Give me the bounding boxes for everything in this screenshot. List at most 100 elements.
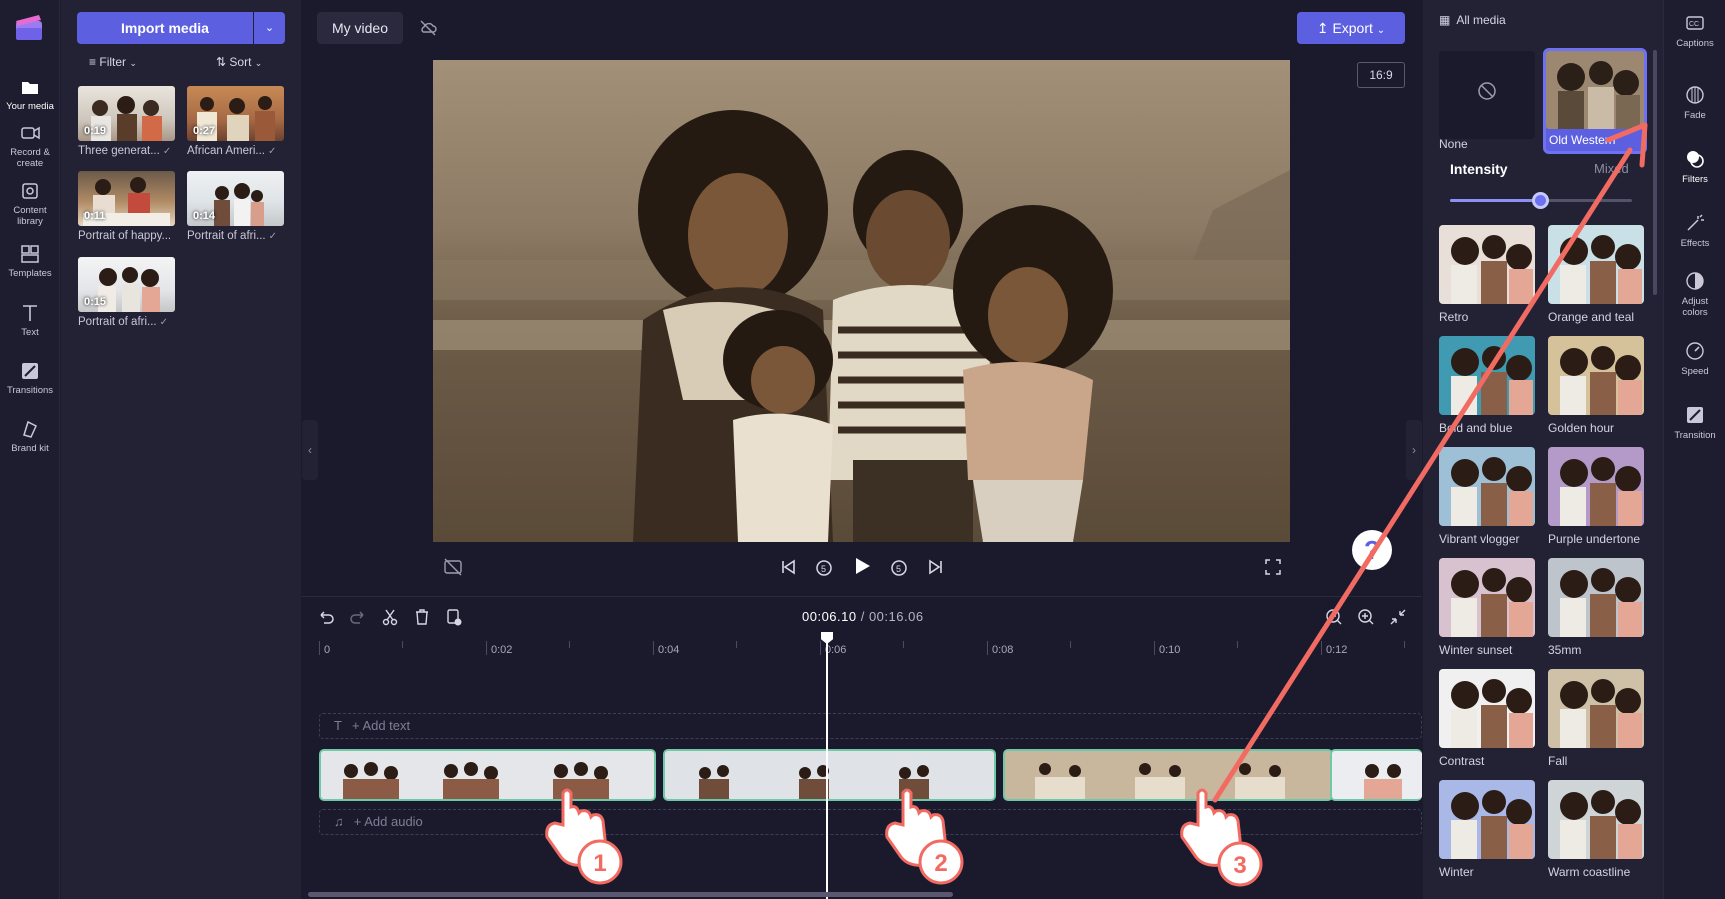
rail-label: Brand kit [11, 443, 49, 454]
rewind-5-icon[interactable]: 5 [813, 556, 835, 578]
rail-label: Effects [1680, 238, 1710, 249]
rail-label: Your media [6, 101, 54, 112]
playhead[interactable] [826, 632, 828, 899]
ruler-label: 0:02 [491, 644, 513, 656]
split-scissors-icon[interactable] [380, 607, 400, 627]
media-thumbnail[interactable]: 0:14 [187, 171, 284, 226]
rail-item-filters[interactable]: Filters [1664, 136, 1725, 198]
filters-scrollbar[interactable] [1653, 50, 1657, 295]
filter-none[interactable] [1439, 51, 1535, 139]
duplicate-icon[interactable] [444, 607, 464, 627]
filter-label: Vibrant vlogger [1439, 532, 1520, 546]
import-media-button[interactable]: Import media [77, 12, 253, 44]
chevron-down-icon: ⌄ [254, 58, 263, 68]
rail-item-transition[interactable]: Transition [1664, 404, 1725, 441]
rail-item-speed[interactable]: Speed [1664, 340, 1725, 377]
rail-item-adjust-colors[interactable]: Adjust colors [1664, 270, 1725, 318]
templates-icon [21, 245, 39, 263]
sort-button[interactable]: ⇅ Sort ⌄ [216, 55, 262, 69]
filter-button[interactable]: ≡ Filter ⌄ [89, 55, 137, 69]
skip-to-start-icon[interactable] [777, 556, 799, 578]
filter-option[interactable] [1548, 225, 1644, 304]
add-text-track[interactable]: T + Add text [319, 713, 1422, 739]
filter-option[interactable] [1439, 669, 1535, 748]
rail-item-transitions[interactable]: Transitions [0, 360, 60, 396]
rail-item-captions[interactable]: CC Captions [1664, 12, 1725, 49]
video-clip[interactable] [1003, 749, 1333, 801]
all-media-label: All media [1456, 13, 1506, 27]
rail-item-effects[interactable]: Effects [1664, 212, 1725, 249]
filter-preview-image [1439, 225, 1535, 304]
filter-option[interactable] [1548, 447, 1644, 526]
timeline-scrollbar[interactable] [308, 892, 953, 897]
fullscreen-icon[interactable] [1262, 556, 1284, 578]
filter-option[interactable] [1439, 780, 1535, 859]
zoom-in-icon[interactable] [1356, 607, 1376, 627]
intensity-mixed-label: Mixed [1594, 161, 1629, 176]
svg-text:CC: CC [1689, 21, 1699, 28]
filter-option[interactable] [1439, 558, 1535, 637]
filter-option[interactable] [1439, 447, 1535, 526]
filter-label: Contrast [1439, 754, 1485, 768]
media-thumbnail[interactable]: 0:15 [78, 257, 175, 312]
skip-to-end-icon[interactable] [925, 556, 947, 578]
rail-item-content-library[interactable]: Content library [0, 180, 60, 227]
project-title-input[interactable]: My video [317, 12, 403, 44]
aspect-ratio-button[interactable]: 16:9 [1357, 62, 1405, 88]
media-label: Three generat... ✓ [78, 145, 183, 157]
rail-item-templates[interactable]: Templates [0, 243, 60, 279]
filter-preview-image [1548, 558, 1644, 637]
transitions-icon [22, 363, 38, 379]
video-clip[interactable] [663, 749, 996, 801]
media-thumbnail[interactable]: 0:27 [187, 86, 284, 141]
collapse-right-panel-button[interactable]: › [1406, 420, 1422, 480]
text-icon [23, 305, 37, 321]
filter-option[interactable] [1548, 558, 1644, 637]
export-button[interactable]: ↥ Export ⌄ [1297, 12, 1405, 44]
play-icon[interactable] [851, 555, 873, 577]
forward-5-icon[interactable]: 5 [888, 556, 910, 578]
help-button[interactable]: ? [1352, 530, 1392, 570]
video-clip[interactable] [319, 749, 656, 801]
sort-label: Sort [229, 55, 252, 69]
cloud-sync-off-icon[interactable] [418, 18, 438, 38]
fit-timeline-icon[interactable] [1388, 607, 1408, 627]
text-icon: T [334, 718, 342, 733]
preview-frame-image [433, 60, 1290, 542]
rail-label: Transition [1674, 430, 1716, 441]
no-filter-icon [1478, 82, 1496, 100]
filter-old-western[interactable]: Old Western [1543, 48, 1647, 154]
media-thumbnail[interactable]: 0:19 [78, 86, 175, 141]
rail-item-fade[interactable]: Fade [1664, 84, 1725, 121]
music-note-icon: ♫ [334, 814, 344, 829]
filter-option[interactable] [1439, 225, 1535, 304]
time-separator: / [856, 609, 869, 624]
undo-icon[interactable] [316, 607, 336, 627]
filter-preview-image [1546, 51, 1644, 129]
video-clip[interactable] [1330, 749, 1422, 801]
redo-icon[interactable] [348, 607, 368, 627]
transition-icon [1687, 407, 1703, 423]
media-thumbnail[interactable]: 0:11 [78, 171, 175, 226]
rail-item-brand-kit[interactable]: Brand kit [0, 418, 60, 454]
rail-item-text[interactable]: Text [0, 302, 60, 338]
caption-off-icon[interactable] [442, 556, 464, 578]
rail-item-record-create[interactable]: Record & create [0, 122, 60, 169]
filter-label: 35mm [1548, 643, 1582, 657]
filter-label: Filter [99, 55, 127, 69]
delete-icon[interactable] [412, 607, 432, 627]
video-preview[interactable] [433, 60, 1290, 542]
intensity-slider-handle[interactable] [1532, 192, 1549, 209]
clipchamp-editor: Your media Record & create Content libra… [0, 0, 1725, 899]
add-audio-track[interactable]: ♫ + Add audio [319, 809, 1422, 835]
filter-option[interactable] [1548, 336, 1644, 415]
clip-filmstrip [321, 751, 654, 799]
filter-option[interactable] [1439, 336, 1535, 415]
rail-label: Filters [1682, 174, 1708, 185]
filter-option[interactable] [1548, 669, 1644, 748]
collapse-left-panel-button[interactable]: ‹ [302, 420, 318, 480]
import-dropdown-button[interactable]: ⌄ [254, 12, 285, 44]
filter-option[interactable] [1548, 780, 1644, 859]
zoom-out-icon[interactable] [1324, 607, 1344, 627]
rail-item-your-media[interactable]: Your media [0, 68, 60, 124]
